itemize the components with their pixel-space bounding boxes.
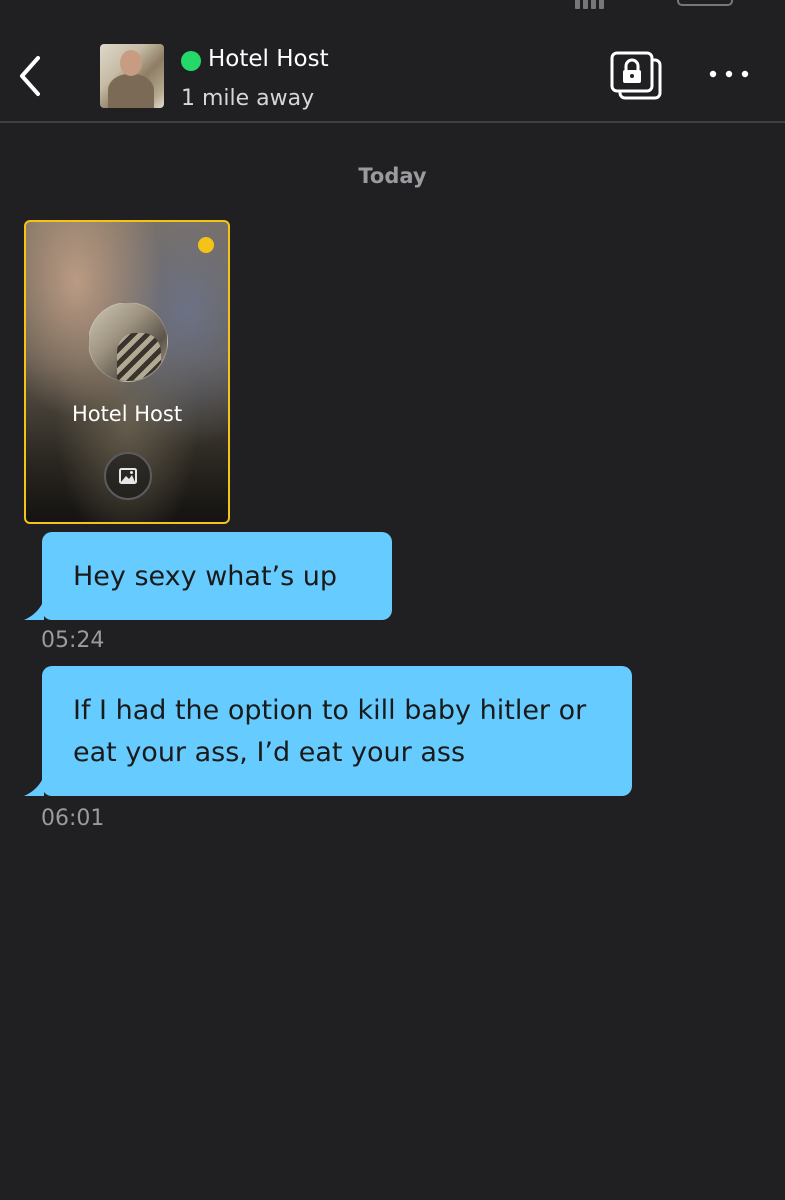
contact-avatar[interactable] <box>100 44 164 108</box>
card-photo-button[interactable] <box>104 452 152 500</box>
share-album-button[interactable] <box>608 50 664 102</box>
image-icon <box>119 468 137 484</box>
card-profile-name: Hotel Host <box>71 402 183 426</box>
online-status-dot <box>181 51 201 71</box>
message-text: Hey sexy what’s up <box>73 561 338 592</box>
more-options-button[interactable] <box>706 62 752 86</box>
date-separator: Today <box>358 164 427 188</box>
message-bubble[interactable]: If I had the option to kill baby hitler … <box>24 666 632 796</box>
card-status-dot <box>198 237 214 253</box>
contact-distance: 1 mile away <box>181 86 315 111</box>
message-text: If I had the option to kill baby hitler … <box>73 695 587 768</box>
contact-name[interactable]: Hotel Host <box>208 46 329 72</box>
card-avatar <box>88 302 168 382</box>
message-timestamp: 06:01 <box>41 806 105 831</box>
bubble-tail <box>24 600 44 620</box>
message-timestamp: 05:24 <box>41 628 105 653</box>
chat-header: Hotel Host 1 mile away <box>0 0 785 123</box>
more-horizontal-icon <box>709 70 749 78</box>
locked-album-icon <box>610 51 662 100</box>
chevron-left-icon <box>20 56 40 96</box>
shared-profile-card[interactable]: Hotel Host <box>24 220 230 524</box>
back-button[interactable] <box>14 54 50 98</box>
message-bubble[interactable]: Hey sexy what’s up <box>24 532 392 620</box>
bubble-tail <box>24 776 44 796</box>
